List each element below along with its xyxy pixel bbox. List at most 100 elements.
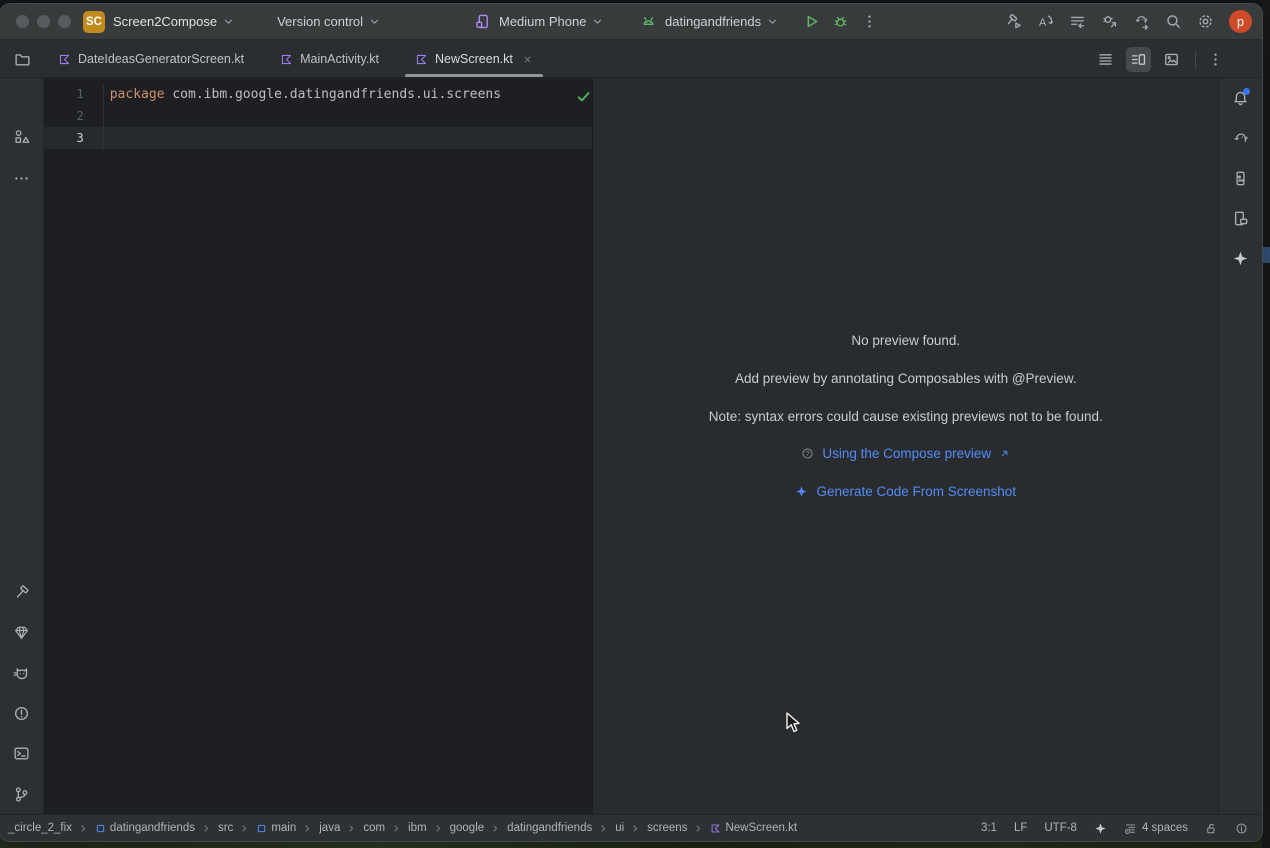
project-selector[interactable]: Screen2Compose [105, 14, 235, 29]
module-icon [256, 823, 267, 834]
external-link-icon [999, 448, 1010, 459]
gemini-spark-icon [795, 485, 808, 498]
device-selector[interactable]: Medium Phone [474, 13, 604, 30]
status-bar: _circle_2_fix datingandfriends src main … [0, 814, 1262, 841]
breadcrumb-item[interactable]: main [256, 822, 296, 834]
info-icon[interactable] [1235, 822, 1248, 835]
generate-code-from-screenshot-link[interactable]: Generate Code From Screenshot [816, 484, 1016, 499]
problems-icon[interactable] [13, 705, 30, 722]
minimize-window-button[interactable] [37, 15, 50, 28]
caret-position-widget[interactable]: 3:1 [981, 822, 997, 834]
tab-newscreen[interactable]: NewScreen.kt [401, 41, 547, 77]
build-hammer-icon[interactable] [13, 584, 30, 601]
app-quality-insights-icon[interactable] [13, 624, 30, 641]
attach-debugger-icon[interactable] [1101, 13, 1118, 30]
zoom-window-button[interactable] [58, 15, 71, 28]
desktop-edge [1262, 0, 1270, 848]
chevron-right-icon [391, 823, 402, 834]
chevron-down-icon [368, 15, 381, 28]
desktop-edge-highlight [1262, 247, 1270, 263]
terminal-icon[interactable] [13, 745, 30, 762]
chevron-right-icon [630, 823, 641, 834]
encoding-widget[interactable]: UTF-8 [1044, 822, 1077, 834]
breadcrumb-item[interactable]: ui [615, 822, 624, 834]
chevron-down-icon [591, 15, 604, 28]
tab-label: MainActivity.kt [300, 52, 379, 66]
review-requests-icon[interactable] [1069, 13, 1086, 30]
indent-widget[interactable]: 4 spaces [1124, 822, 1188, 835]
running-devices-icon[interactable] [1232, 170, 1249, 187]
line-number: 2 [44, 109, 84, 123]
toolbar-right-actions: p [1005, 10, 1252, 33]
search-icon[interactable] [1165, 13, 1182, 30]
tab-mainactivity[interactable]: MainActivity.kt [266, 41, 393, 77]
tab-label: NewScreen.kt [435, 52, 513, 66]
profile-avatar[interactable]: p [1229, 10, 1252, 33]
line-number: 1 [44, 87, 84, 101]
settings-icon[interactable] [1197, 13, 1214, 30]
run-actions [803, 13, 878, 30]
window-controls [16, 15, 71, 28]
compose-preview-help-link[interactable]: Using the Compose preview [822, 446, 991, 461]
close-icon [522, 54, 533, 65]
compose-preview-help: Using the Compose preview [593, 446, 1218, 461]
breadcrumb-item[interactable]: _circle_2_fix [8, 822, 72, 834]
chevron-right-icon [201, 823, 212, 834]
compose-preview-panel: No preview found. Add preview by annotat… [592, 78, 1218, 814]
vcs-widget[interactable]: Version control [277, 14, 381, 29]
version-control-icon[interactable] [13, 786, 30, 803]
chevron-right-icon [693, 823, 704, 834]
more-options-icon[interactable] [861, 13, 878, 30]
preview-message: No preview found. [593, 333, 1218, 348]
breadcrumb-item[interactable]: datingandfriends [95, 822, 195, 834]
resource-manager-icon[interactable] [13, 128, 30, 145]
right-tool-window-bar [1218, 78, 1262, 814]
gradle-sync-icon[interactable] [1133, 13, 1150, 30]
chevron-down-icon [766, 15, 779, 28]
run-icon[interactable] [803, 13, 820, 30]
gradle-icon[interactable] [1232, 130, 1249, 147]
close-tab-button[interactable] [522, 54, 533, 65]
help-icon [801, 447, 814, 460]
kotlin-file-icon [58, 53, 71, 66]
breadcrumb-item[interactable]: NewScreen.kt [710, 822, 797, 834]
gemini-icon[interactable] [1232, 250, 1249, 267]
design-view-icon[interactable] [1159, 47, 1184, 72]
indent-settings-icon [1124, 822, 1137, 835]
project-name: Screen2Compose [113, 14, 217, 29]
lock-open-icon[interactable] [1205, 822, 1218, 835]
active-tab-underline [405, 74, 543, 77]
gemini-status-icon[interactable] [1094, 822, 1107, 835]
debug-icon[interactable] [832, 13, 849, 30]
breadcrumb-item[interactable]: com [363, 822, 385, 834]
more-options-icon[interactable] [1207, 51, 1224, 68]
device-icon [474, 13, 491, 30]
inspection-ok-icon[interactable] [575, 88, 592, 105]
breadcrumb-item[interactable]: screens [647, 822, 687, 834]
ai-assistant-icon[interactable] [1037, 13, 1054, 30]
chevron-right-icon [490, 823, 501, 834]
code-editor[interactable]: 1 package com.ibm.google.datingandfriend… [44, 78, 593, 814]
breadcrumb-item[interactable]: google [450, 822, 485, 834]
code-view-icon[interactable] [1093, 47, 1118, 72]
project-folder-icon[interactable] [14, 51, 31, 68]
breadcrumb-item[interactable]: src [218, 822, 233, 834]
tab-dateideasgeneratorscreen[interactable]: DateIdeasGeneratorScreen.kt [44, 41, 258, 77]
line-separator-widget[interactable]: LF [1014, 822, 1027, 834]
close-window-button[interactable] [16, 15, 29, 28]
project-badge: SC [83, 11, 105, 33]
more-tool-windows-icon[interactable] [13, 170, 30, 187]
device-manager-icon[interactable] [1232, 210, 1249, 227]
breadcrumb-item[interactable]: java [319, 822, 340, 834]
preview-message: Note: syntax errors could cause existing… [593, 409, 1218, 424]
breadcrumb-item[interactable]: datingandfriends [507, 822, 592, 834]
kotlin-file-icon [280, 53, 293, 66]
main-toolbar: SC Screen2Compose Version control Medium… [0, 4, 1262, 40]
code-token: com.ibm.google.datingandfriends.ui.scree… [165, 87, 502, 102]
split-view-icon[interactable] [1126, 47, 1151, 72]
code-line: 2 [44, 105, 593, 127]
run-configuration-selector[interactable]: datingandfriends [640, 13, 779, 30]
breadcrumb-item[interactable]: ibm [408, 822, 427, 834]
logcat-icon[interactable] [13, 665, 30, 682]
build-icon[interactable] [1005, 13, 1022, 30]
